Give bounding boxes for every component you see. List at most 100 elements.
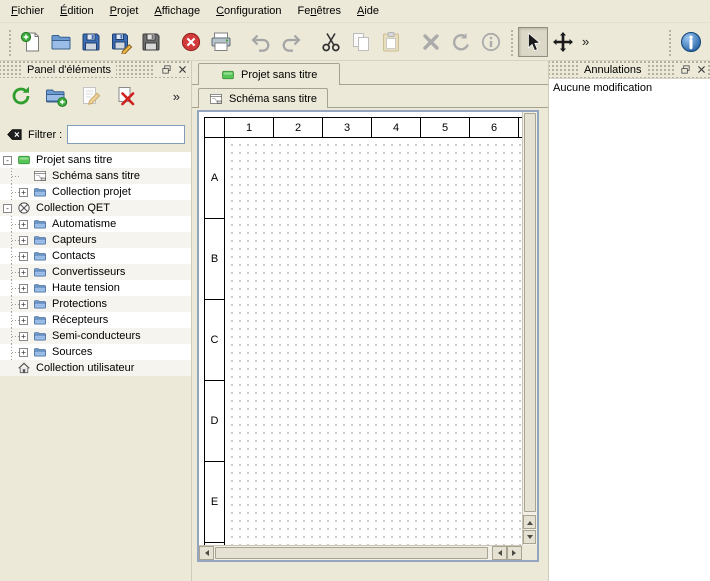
undo-button[interactable] [246,27,276,57]
delete-element-button[interactable] [112,82,140,110]
rotate-button[interactable] [446,27,476,57]
print-button[interactable] [206,27,236,57]
move-tool-button[interactable] [548,27,578,57]
vertical-scroll-thumb[interactable] [524,113,536,512]
tree-item-collection-projet[interactable]: +Collection projet [0,184,191,200]
scroll-left-button-2[interactable] [492,546,507,560]
menu-configuration[interactable]: Configuration [208,2,289,20]
menu-fenetres[interactable]: Fenêtres [290,2,349,20]
tree-item-capteurs[interactable]: +Capteurs [0,232,191,248]
close-dock-button[interactable] [175,63,189,76]
panel-overflow-button[interactable]: » [169,89,184,104]
delete-button[interactable] [416,27,446,57]
select-tool-button[interactable] [518,27,548,57]
tree-item-schema-sans-titre[interactable]: Schéma sans titre [0,168,191,184]
float-dock-button[interactable] [159,63,173,76]
tree-item-collection-qet[interactable]: -Collection QET [0,200,191,216]
tree-item-convertisseurs[interactable]: +Convertisseurs [0,264,191,280]
toolbar-handle[interactable] [7,28,13,56]
expand-icon[interactable]: + [19,188,28,197]
expand-icon[interactable]: + [19,316,28,325]
elements-panel-title: Panel d'éléments [22,64,116,76]
collapse-icon[interactable]: - [3,156,12,165]
expand-icon[interactable]: + [19,236,28,245]
expand-icon[interactable]: + [19,220,28,229]
reload-collections-button[interactable] [7,82,35,110]
main-toolbar: » [0,23,710,61]
expand-icon[interactable]: + [19,332,28,341]
elements-panel-titlebar[interactable]: Panel d'éléments [0,61,191,78]
copy-icon [349,30,373,54]
menu-edition[interactable]: Édition [52,2,102,20]
expand-icon[interactable]: + [19,252,28,261]
ruler-row-A: A [205,138,224,219]
filter-input[interactable] [67,125,185,144]
tab-schema-sans-titre[interactable]: Schéma sans titre [198,88,328,108]
toolbar-handle[interactable] [509,28,515,56]
new-element-button[interactable] [42,82,70,110]
diagram-scene[interactable]: 123456 ABCDE [199,112,522,545]
tree-item-protections[interactable]: + Protections [0,296,191,312]
arrow-left-icon [202,550,209,556]
menu-aide[interactable]: Aide [349,2,387,20]
document-new-icon [19,30,43,54]
tree-item-projet-sans-titre[interactable]: -Projet sans titre [0,152,191,168]
elements-panel-toolbar: » [0,78,191,114]
tree-item-haute-tension[interactable]: +Haute tension [0,280,191,296]
menu-projet[interactable]: Projet [102,2,147,20]
toolbar-separator [306,27,316,57]
diagram-icon [209,92,223,106]
about-button[interactable] [676,27,706,57]
tree-item-contacts[interactable]: +Contacts [0,248,191,264]
menu-affichage[interactable]: Affichage [146,2,208,20]
save-button[interactable] [76,27,106,57]
tree-connector [3,264,19,280]
expand-icon[interactable]: + [19,300,28,309]
float-dock-button[interactable] [678,63,692,76]
tab-projet-sans-titre[interactable]: Projet sans titre [198,63,340,85]
expand-icon[interactable]: + [19,284,28,293]
tree-connector [3,344,19,360]
open-project-button[interactable] [46,27,76,57]
diagram-tab-label: Schéma sans titre [229,93,317,105]
scroll-up-button[interactable] [523,515,536,529]
toolbar-overflow-button[interactable]: » [578,34,593,49]
horizontal-scroll-thumb[interactable] [215,547,488,559]
scroll-right-button[interactable] [507,546,522,560]
tree-item-semi-conducteurs[interactable]: +Semi-conducteurs [0,328,191,344]
ruler-column-1: 1 [225,118,274,137]
tree-item-collection-utilisateur[interactable]: Collection utilisateur [0,360,191,376]
undo-list[interactable]: Aucune modification [549,78,710,581]
scroll-left-button[interactable] [199,546,214,560]
vertical-scrollbar[interactable] [522,112,537,545]
rotate-icon [449,30,473,54]
paste-button[interactable] [376,27,406,57]
tree-connector [3,232,19,248]
tree-item-recepteurs[interactable]: +Récepteurs [0,312,191,328]
expand-icon[interactable]: + [19,268,28,277]
close-file-button[interactable] [176,27,206,57]
redo-button[interactable] [276,27,306,57]
diagram-canvas[interactable] [225,138,522,545]
edit-element-button[interactable] [77,82,105,110]
scroll-down-button[interactable] [523,530,536,544]
toolbar-handle[interactable] [667,28,673,56]
delete-icon [419,30,443,54]
collapse-icon[interactable]: - [3,204,12,213]
save-all-button[interactable] [136,27,166,57]
save-as-button[interactable] [106,27,136,57]
tree-item-sources[interactable]: +Sources [0,344,191,360]
tree-item-automatisme[interactable]: +Automatisme [0,216,191,232]
save-icon [79,30,103,54]
copy-button[interactable] [346,27,376,57]
folder-icon [33,265,47,279]
element-info-button[interactable] [476,27,506,57]
close-dock-button[interactable] [694,63,708,76]
tree-item-label: Protections [52,298,107,310]
undo-panel-titlebar[interactable]: Annulations [549,61,710,78]
expand-icon[interactable]: + [19,348,28,357]
new-project-button[interactable] [16,27,46,57]
horizontal-scrollbar[interactable] [199,545,522,560]
menu-fichier[interactable]: Fichier [3,2,52,20]
cut-button[interactable] [316,27,346,57]
